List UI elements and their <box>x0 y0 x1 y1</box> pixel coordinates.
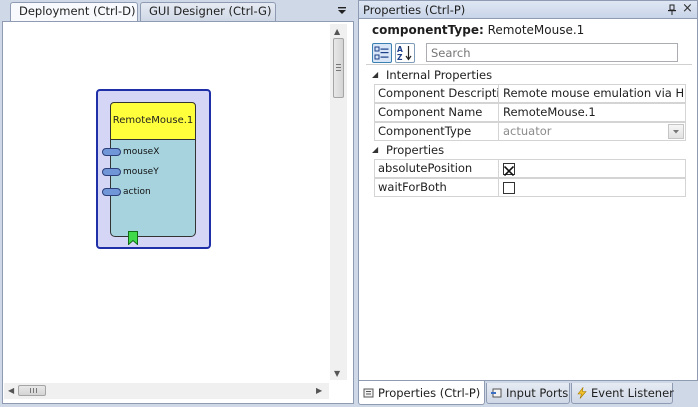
input-port-action[interactable] <box>102 188 121 196</box>
input-ports-icon <box>491 388 502 398</box>
property-value <box>498 159 686 178</box>
dropdown-button[interactable] <box>668 124 684 139</box>
categorized-view-button[interactable] <box>372 43 392 63</box>
properties-panel-header: Properties (Ctrl-P) × <box>358 0 698 19</box>
pin-icon[interactable] <box>667 4 677 16</box>
properties-icon <box>363 388 374 398</box>
tab-event-listener[interactable]: Event Listener <box>571 383 674 404</box>
event-trigger-port[interactable] <box>128 231 138 246</box>
property-row[interactable]: ComponentType actuator <box>374 122 686 141</box>
lightning-icon <box>577 386 587 399</box>
scroll-up-icon[interactable]: ▲ <box>334 27 340 36</box>
property-row[interactable]: Component Descriptic Remote mouse emulat… <box>374 84 686 103</box>
collapse-triangle-icon[interactable]: ◢ <box>372 141 378 159</box>
alphabetical-sort-button[interactable]: A Z <box>395 43 415 63</box>
port-label-mousey: mouseY <box>123 167 159 177</box>
tab-input-ports-label: Input Ports <box>506 386 569 400</box>
tab-gui-designer[interactable]: GUI Designer (Ctrl-G) <box>140 2 276 21</box>
properties-panel-title: Properties (Ctrl-P) <box>363 3 466 17</box>
component-type-value: RemoteMouse.1 <box>487 23 585 37</box>
tab-deployment[interactable]: Deployment (Ctrl-D) <box>10 2 138 22</box>
vertical-scroll-thumb[interactable] <box>333 38 344 98</box>
scroll-right-icon[interactable]: ▶ <box>316 386 322 395</box>
svg-text:Z: Z <box>397 53 403 62</box>
property-row[interactable]: absolutePosition <box>374 159 686 178</box>
tab-event-listener-label: Event Listener <box>591 386 674 400</box>
document-tab-strip: Deployment (Ctrl-D) GUI Designer (Ctrl-G… <box>0 0 354 22</box>
absolute-position-checkbox[interactable] <box>503 163 515 177</box>
horizontal-scroll-thumb[interactable] <box>18 385 46 396</box>
property-row[interactable]: Component Name RemoteMouse.1 <box>374 103 686 122</box>
input-port-mousey[interactable] <box>102 168 121 176</box>
horizontal-scrollbar[interactable]: ◀ ▶ <box>4 383 329 399</box>
property-name: Component Descriptic <box>374 84 498 103</box>
tab-properties-label: Properties (Ctrl-P) <box>378 386 481 400</box>
property-name: Component Name <box>374 103 498 122</box>
toolbar-divider <box>366 64 692 65</box>
wait-for-both-checkbox[interactable] <box>503 182 515 194</box>
close-icon[interactable]: × <box>682 1 693 16</box>
component-type-select-value: actuator <box>503 124 552 138</box>
property-value <box>498 178 686 197</box>
component-type-heading: componentType: RemoteMouse.1 <box>372 23 584 37</box>
component-type-select[interactable]: actuator <box>498 122 686 141</box>
category-internal-properties[interactable]: ◢ Internal Properties <box>370 66 686 84</box>
scroll-down-icon[interactable]: ▼ <box>334 369 340 378</box>
property-value[interactable]: RemoteMouse.1 <box>498 103 686 122</box>
category-properties[interactable]: ◢ Properties <box>370 141 686 159</box>
sort-az-icon: A Z <box>397 45 412 62</box>
property-value[interactable]: Remote mouse emulation via HID <box>498 84 686 103</box>
category-label: Internal Properties <box>386 68 493 82</box>
properties-tab-strip: Properties (Ctrl-P) Input Ports Event Li… <box>358 381 698 407</box>
component-type-label: componentType: <box>372 23 484 37</box>
port-label-action: action <box>123 187 151 197</box>
categorized-icon <box>374 46 389 60</box>
category-label: Properties <box>386 143 445 157</box>
property-name: absolutePosition <box>374 159 498 178</box>
property-name: ComponentType <box>374 122 498 141</box>
port-label-mousex: mouseX <box>123 147 160 157</box>
input-port-mousex[interactable] <box>102 148 121 156</box>
chevron-down-icon <box>673 130 679 134</box>
scroll-left-icon[interactable]: ◀ <box>8 386 14 395</box>
property-row[interactable]: waitForBoth <box>374 178 686 197</box>
property-search-input[interactable] <box>426 43 678 62</box>
tab-input-ports[interactable]: Input Ports <box>486 383 570 404</box>
collapse-triangle-icon[interactable]: ◢ <box>372 66 378 84</box>
vertical-scrollbar[interactable]: ▲ ▼ <box>330 24 347 380</box>
check-x-icon <box>503 165 515 177</box>
pane-menu-icon[interactable] <box>336 5 350 17</box>
component-title[interactable]: RemoteMouse.1 <box>110 102 196 140</box>
tab-properties[interactable]: Properties (Ctrl-P) <box>358 381 485 405</box>
property-name: waitForBoth <box>374 178 498 197</box>
